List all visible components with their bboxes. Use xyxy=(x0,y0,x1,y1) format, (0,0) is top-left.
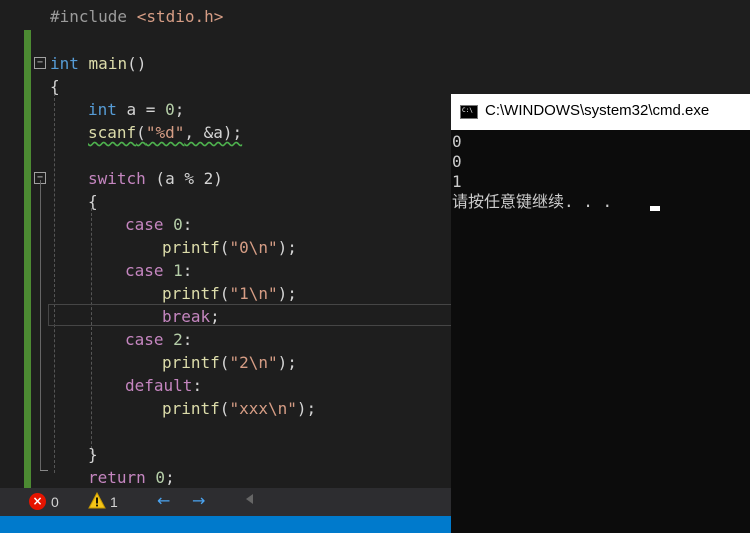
code-line-include[interactable]: #include <stdio.h> xyxy=(50,5,223,28)
code-line-return[interactable]: return 0; xyxy=(88,466,175,488)
fold-end-marker xyxy=(40,470,48,471)
error-icon[interactable]: × xyxy=(29,493,46,510)
code-line-break[interactable]: break; xyxy=(162,305,220,328)
collapse-main-icon[interactable]: − xyxy=(34,57,46,69)
fold-range-line xyxy=(40,180,41,470)
code-line-printf-1[interactable]: printf("1\n"); xyxy=(162,282,297,305)
navigate-back-icon[interactable]: ← xyxy=(157,491,170,510)
code-line-main[interactable]: int main() xyxy=(50,52,146,75)
console-output-line: 请按任意键继续. . . xyxy=(452,192,613,211)
cmd-app-icon: C:\ xyxy=(460,105,478,119)
code-line-printf-0[interactable]: printf("0\n"); xyxy=(162,236,297,259)
console-title: C:\WINDOWS\system32\cmd.exe xyxy=(485,102,710,119)
console-cursor xyxy=(650,206,660,211)
console-output-line: 0 xyxy=(452,132,462,151)
code-line-case-1[interactable]: case 1: xyxy=(125,259,192,282)
code-line-printf-2[interactable]: printf("2\n"); xyxy=(162,351,297,374)
console-output-line: 1 xyxy=(452,172,462,191)
change-indicator-bar xyxy=(24,30,31,488)
code-line-switch[interactable]: switch (a % 2) xyxy=(88,167,223,190)
warning-count[interactable]: 1 xyxy=(110,493,118,511)
current-line-highlight xyxy=(48,304,468,326)
scroll-left-icon[interactable] xyxy=(246,494,253,504)
code-line-case-0[interactable]: case 0: xyxy=(125,213,192,236)
code-line-switch-open[interactable]: { xyxy=(88,190,98,213)
code-line-scanf[interactable]: scanf("%d", &a); xyxy=(88,121,242,144)
code-line-declaration[interactable]: int a = 0; xyxy=(88,98,184,121)
code-line-open-brace[interactable]: { xyxy=(50,75,60,98)
indent-guide xyxy=(91,208,92,454)
navigate-forward-icon[interactable]: → xyxy=(192,491,205,510)
indent-guide xyxy=(54,93,55,473)
console-window[interactable]: C:\ C:\WINDOWS\system32\cmd.exe 0 0 1 请按… xyxy=(451,94,750,533)
code-line-default[interactable]: default: xyxy=(125,374,202,397)
code-line-printf-3[interactable]: printf("xxx\n"); xyxy=(162,397,316,420)
code-line-switch-close[interactable]: } xyxy=(88,443,98,466)
console-title-bar[interactable]: C:\ C:\WINDOWS\system32\cmd.exe xyxy=(451,94,750,130)
warning-icon[interactable] xyxy=(88,492,106,509)
error-count[interactable]: 0 xyxy=(51,493,59,511)
console-output-line: 0 xyxy=(452,152,462,171)
code-line-case-2[interactable]: case 2: xyxy=(125,328,192,351)
